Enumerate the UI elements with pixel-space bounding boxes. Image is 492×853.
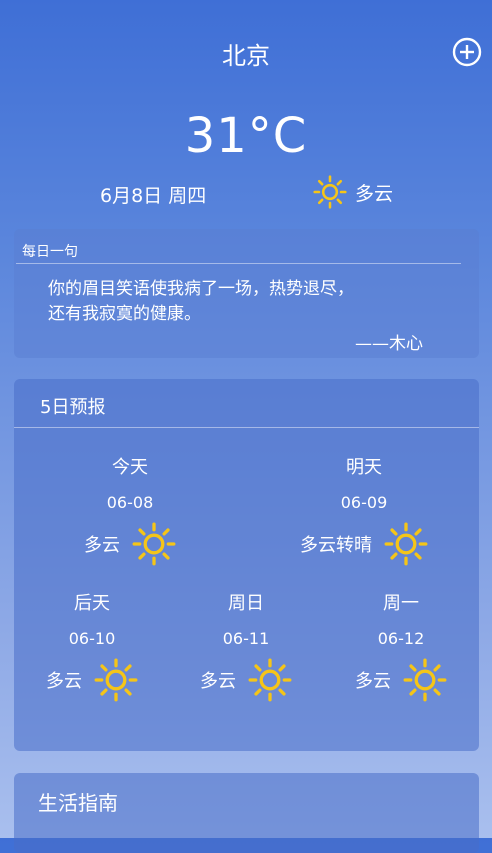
life-guide-title: 生活指南 xyxy=(38,791,118,815)
quote-title: 每日一句 xyxy=(22,244,78,260)
day-condition: 多云转晴 xyxy=(300,535,372,556)
day-name: 周一 xyxy=(383,593,419,614)
forecast-day: 后天 06-10 多云 xyxy=(2,589,182,702)
day-condition: 多云 xyxy=(46,671,82,692)
day-date: 06-08 xyxy=(106,493,154,512)
sun-icon xyxy=(248,658,292,702)
day-name: 明天 xyxy=(346,457,382,478)
divider xyxy=(14,427,479,428)
forecast-day: 明天 06-09 多云转晴 xyxy=(274,453,454,566)
forecast-card: 5日预报 今天 06-08 多云 明天 06-09 多云转晴 后天 06-10 … xyxy=(14,379,479,751)
day-condition: 多云 xyxy=(355,671,391,692)
day-date: 06-12 xyxy=(377,629,425,648)
city-title: 北京 xyxy=(222,42,270,70)
sun-icon xyxy=(94,658,138,702)
forecast-day: 周一 06-12 多云 xyxy=(311,589,491,702)
day-date: 06-09 xyxy=(340,493,388,512)
forecast-title: 5日预报 xyxy=(40,397,106,418)
add-city-button[interactable] xyxy=(451,36,483,68)
life-guide-card: 生活指南 xyxy=(14,773,479,853)
day-condition: 多云 xyxy=(84,535,120,556)
divider xyxy=(16,263,461,264)
current-condition: 多云 xyxy=(355,182,394,205)
sun-icon xyxy=(403,658,447,702)
current-date: 6月8日 周四 xyxy=(100,185,207,207)
day-name: 周日 xyxy=(228,593,264,614)
day-condition: 多云 xyxy=(200,671,236,692)
day-name: 今天 xyxy=(112,457,148,478)
quote-author: ——木心 xyxy=(355,334,423,354)
day-date: 06-10 xyxy=(68,629,116,648)
current-temperature: 31°C xyxy=(184,108,308,164)
day-date: 06-11 xyxy=(222,629,270,648)
quote-text: 你的眉目笑语使我病了一场，热势退尽， 还有我寂寞的健康。 xyxy=(48,277,354,327)
sun-icon xyxy=(132,522,176,566)
quote-line-2: 还有我寂寞的健康。 xyxy=(48,304,201,324)
day-name: 后天 xyxy=(74,593,110,614)
sun-icon xyxy=(384,522,428,566)
daily-quote-card: 每日一句 你的眉目笑语使我病了一场，热势退尽， 还有我寂寞的健康。 ——木心 xyxy=(14,229,479,358)
quote-line-1: 你的眉目笑语使我病了一场，热势退尽， xyxy=(48,279,354,299)
forecast-day: 周日 06-11 多云 xyxy=(156,589,336,702)
sun-icon xyxy=(313,175,347,209)
current-weather: 多云 xyxy=(313,175,393,209)
forecast-day: 今天 06-08 多云 xyxy=(40,453,220,566)
